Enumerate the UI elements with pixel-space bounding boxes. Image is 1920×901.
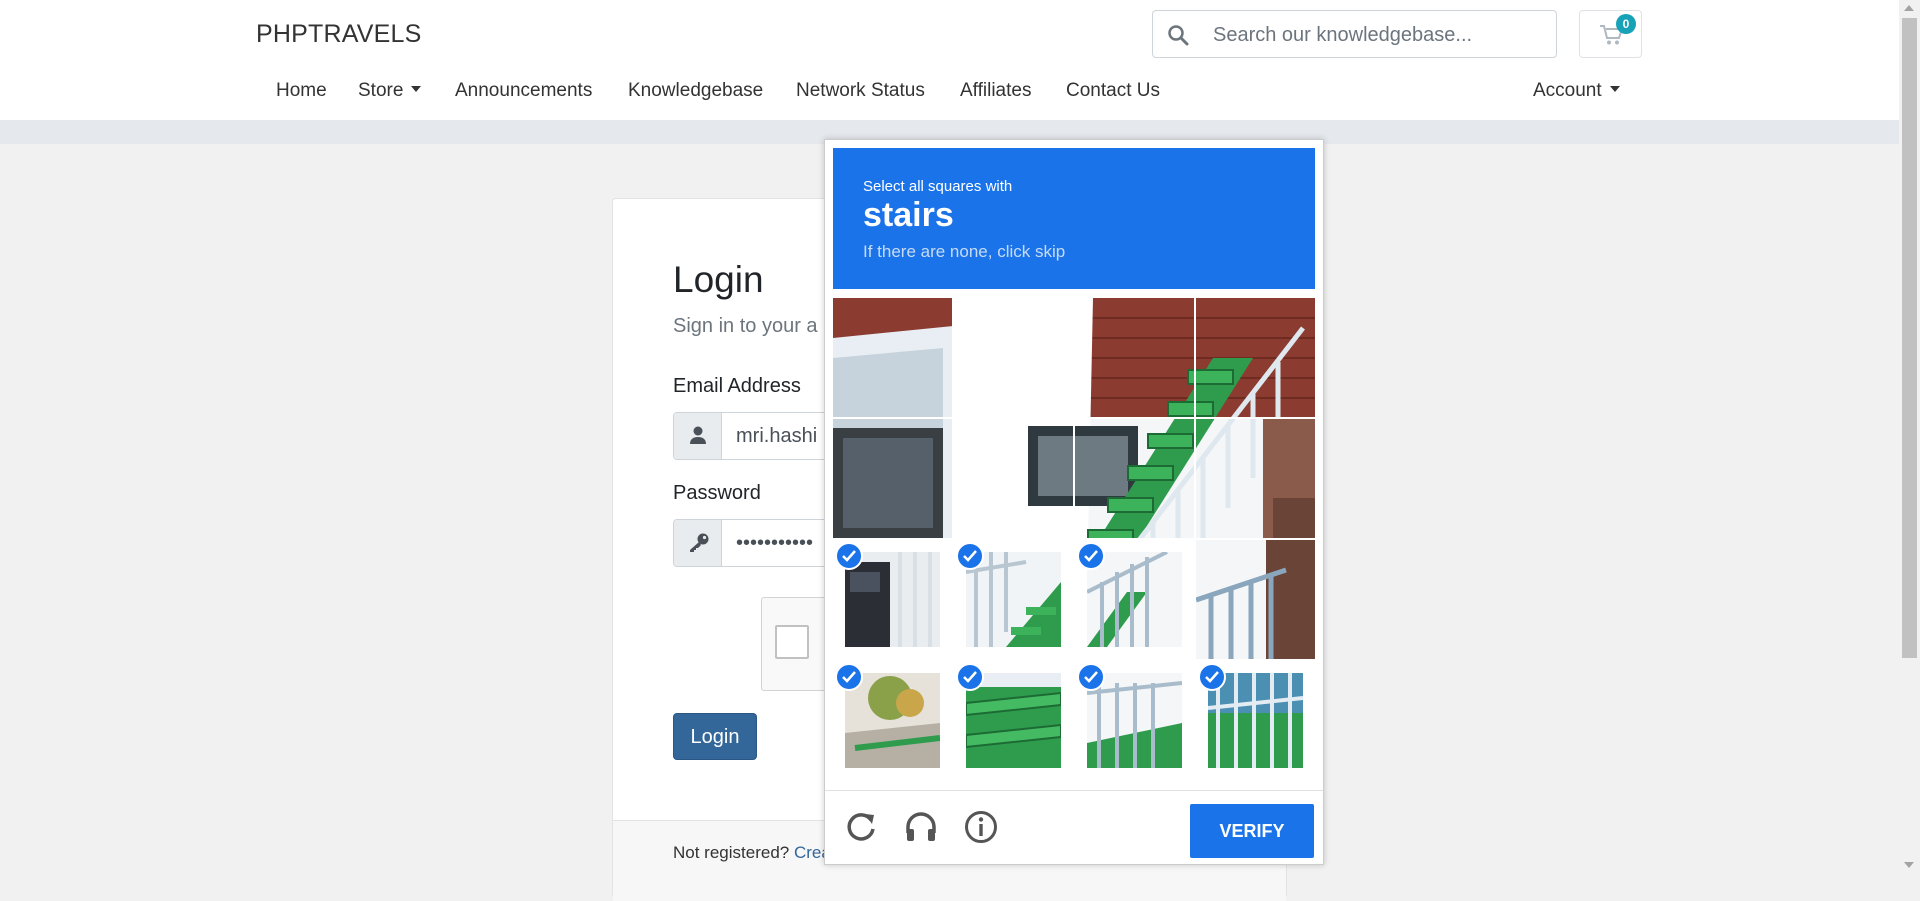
- tile-image: [845, 552, 940, 647]
- chevron-down-icon: [1609, 86, 1620, 92]
- info-icon[interactable]: [963, 809, 999, 845]
- tile-image: [1087, 673, 1182, 768]
- tile-image: [845, 673, 940, 768]
- user-icon: [690, 426, 706, 444]
- checkmark-icon: [956, 542, 984, 570]
- search-icon: [1168, 25, 1189, 46]
- checkmark-icon: [1077, 663, 1105, 691]
- nav-knowledgebase[interactable]: Knowledgebase: [628, 80, 763, 102]
- captcha-grid: [833, 298, 1315, 780]
- checkmark-icon: [956, 663, 984, 691]
- key-icon: [690, 533, 709, 552]
- captcha-tile-16[interactable]: [1196, 661, 1315, 780]
- nav-home[interactable]: Home: [276, 80, 327, 102]
- nav-account-label: Account: [1533, 80, 1602, 101]
- search-input[interactable]: [1211, 11, 1545, 59]
- knowledgebase-search[interactable]: [1152, 10, 1557, 59]
- email-addon: [674, 413, 722, 459]
- captcha-tile-7[interactable]: [1075, 419, 1194, 538]
- page-title: Login: [673, 259, 764, 300]
- captcha-tile-12[interactable]: [1196, 540, 1315, 659]
- checkmark-icon: [835, 542, 863, 570]
- password-addon: [674, 520, 722, 566]
- captcha-tile-5[interactable]: [833, 419, 952, 538]
- captcha-tile-15[interactable]: [1075, 661, 1194, 780]
- captcha-challenge: Select all squares with stairs If there …: [824, 139, 1324, 865]
- refresh-icon[interactable]: [843, 809, 879, 845]
- email-value: mri.hashi: [736, 425, 818, 447]
- page-scrollbar[interactable]: [1899, 0, 1920, 875]
- nav-affiliates[interactable]: Affiliates: [960, 80, 1031, 102]
- login-subtitle: Sign in to your a: [673, 315, 818, 337]
- checkmark-icon: [1198, 663, 1226, 691]
- recaptcha-checkbox[interactable]: [775, 625, 809, 659]
- captcha-footer: VERIFY: [825, 790, 1323, 864]
- captcha-target: stairs: [863, 196, 954, 234]
- captcha-tile-6[interactable]: [954, 419, 1073, 538]
- captcha-tile-3[interactable]: [1075, 298, 1194, 417]
- password-value: •••••••••••: [736, 532, 814, 554]
- nav-network-status[interactable]: Network Status: [796, 80, 925, 102]
- nav-account[interactable]: Account: [1533, 80, 1620, 102]
- password-label: Password: [673, 482, 761, 504]
- captcha-header: Select all squares with stairs If there …: [833, 148, 1315, 289]
- brand-logo[interactable]: PHPTRAVELS: [256, 20, 421, 49]
- checkmark-icon: [1077, 542, 1105, 570]
- tile-image: [966, 673, 1061, 768]
- login-button[interactable]: Login: [673, 713, 757, 760]
- tile-image: [966, 552, 1061, 647]
- scroll-down-icon[interactable]: [1904, 862, 1914, 868]
- captcha-tile-14[interactable]: [954, 661, 1073, 780]
- cart-count-badge: 0: [1616, 14, 1636, 34]
- captcha-tile-13[interactable]: [833, 661, 952, 780]
- captcha-hint: If there are none, click skip: [863, 242, 1066, 261]
- site-header: PHPTRAVELS 0 Home Store Announcements Kn…: [0, 0, 1899, 120]
- captcha-tile-8[interactable]: [1196, 419, 1315, 538]
- chevron-down-icon: [411, 86, 422, 92]
- register-text: Not registered?: [673, 843, 794, 862]
- captcha-tile-9[interactable]: [833, 540, 952, 659]
- headphones-icon[interactable]: [903, 809, 939, 845]
- scrollbar-thumb[interactable]: [1902, 18, 1917, 658]
- checkmark-icon: [835, 663, 863, 691]
- captcha-tile-1[interactable]: [833, 298, 952, 417]
- nav-contact-us[interactable]: Contact Us: [1066, 80, 1160, 102]
- captcha-tile-2[interactable]: [954, 298, 1073, 417]
- nav-announcements[interactable]: Announcements: [455, 80, 592, 102]
- captcha-instruction: Select all squares with: [863, 178, 1013, 195]
- email-label: Email Address: [673, 375, 801, 397]
- scroll-up-icon[interactable]: [1904, 5, 1914, 11]
- captcha-tile-4[interactable]: [1196, 298, 1315, 417]
- nav-store-label: Store: [358, 80, 404, 101]
- nav-store[interactable]: Store: [358, 80, 422, 102]
- verify-button[interactable]: VERIFY: [1190, 804, 1314, 858]
- tile-image: [1208, 673, 1303, 768]
- captcha-tile-11[interactable]: [1075, 540, 1194, 659]
- captcha-tile-10[interactable]: [954, 540, 1073, 659]
- tile-image: [1087, 552, 1182, 647]
- register-prompt: Not registered? Crea: [673, 843, 831, 863]
